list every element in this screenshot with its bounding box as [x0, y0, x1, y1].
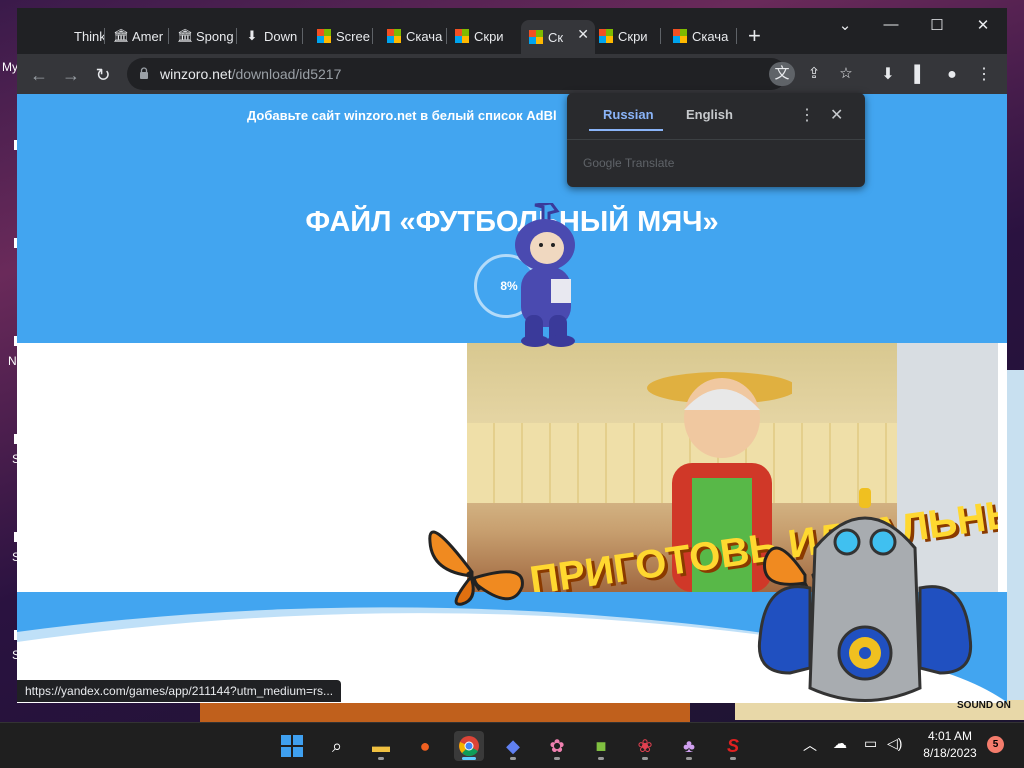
tab-label: Scree [336, 28, 370, 44]
bank-icon: 🏛 [113, 28, 130, 43]
tab[interactable]: Скача [379, 22, 447, 50]
new-tab-button[interactable]: + [748, 22, 761, 50]
link-status-bubble: https://yandex.com/games/app/211144?utm_… [17, 680, 342, 702]
clock-time: 4:01 AM [927, 729, 973, 743]
active-tab-indicator [589, 129, 663, 131]
desktop-label[interactable]: My [2, 60, 18, 74]
url-text: winzoro.net/download/id5217 [160, 66, 342, 82]
side-panel-icon[interactable]: ▌ [907, 62, 933, 88]
tab-search-icon[interactable]: ⌄ [830, 16, 860, 34]
teletubby-overlay[interactable] [505, 203, 585, 348]
game-app-icon[interactable]: ♣ [674, 731, 704, 761]
tab-label: Скри [618, 28, 648, 44]
sound-on-label[interactable]: SOUND ON [957, 700, 1011, 711]
translate-icon[interactable]: 文 [769, 62, 795, 86]
tab-label: Скри [474, 28, 504, 44]
chrome-logo [459, 736, 479, 757]
tab-label: Think [74, 28, 105, 44]
bookmark-star-icon[interactable]: ☆ [833, 62, 859, 86]
chrome-icon[interactable] [454, 731, 484, 761]
reload-icon[interactable]: ↻ [90, 62, 116, 88]
tab-active[interactable]: Ск ✕ [521, 20, 595, 54]
tab-label: Скача [406, 28, 443, 44]
tab-label: Spong [196, 28, 234, 44]
notification-badge[interactable]: 5 [987, 736, 1004, 753]
source-language-tab[interactable]: Russian [603, 107, 654, 122]
tab-label: Скача [692, 28, 729, 44]
tab[interactable]: Scree [309, 22, 373, 50]
tab[interactable]: ⬇ Down [237, 22, 303, 50]
tab-label: Amer [132, 28, 164, 44]
game-app-icon[interactable]: ❀ [630, 731, 660, 761]
tab-label: Ск [548, 29, 564, 45]
desktop-label[interactable]: N [8, 354, 17, 368]
download-icon: ⬇ [246, 28, 258, 43]
butterfly-overlay[interactable] [422, 512, 532, 608]
volume-icon[interactable]: ◁) [887, 735, 902, 752]
file-explorer-icon[interactable]: ▬ [366, 731, 396, 761]
minimize-button[interactable]: — [876, 16, 906, 33]
back-arrow-icon[interactable]: ← [26, 62, 52, 88]
robot-overlay[interactable] [755, 488, 975, 713]
microsoft-icon [455, 29, 469, 43]
popup-divider [567, 139, 865, 140]
address-bar[interactable]: winzoro.net/download/id5217 文 ⇪ ☆ [127, 58, 853, 90]
translate-options-icon[interactable]: ⋮ [799, 105, 815, 125]
profile-icon[interactable]: ● [939, 62, 965, 88]
forward-arrow-icon[interactable]: → [58, 62, 84, 88]
start-button[interactable] [277, 731, 307, 761]
background-game-edge [1004, 370, 1024, 700]
stitch-app-icon[interactable]: ◆ [498, 731, 528, 761]
google-translate-brand: Google Translate [583, 156, 675, 170]
tab[interactable]: Скача [665, 22, 737, 50]
microsoft-icon [317, 29, 331, 43]
background-game-strip [200, 700, 690, 722]
microsoft-icon [599, 29, 613, 43]
tab[interactable]: Скри [591, 22, 661, 50]
browser-toolbar: ← → ↻ winzoro.net/download/id5217 文 ⇪ ☆ … [17, 54, 1007, 94]
microsoft-icon [387, 29, 401, 43]
tab[interactable]: Think [47, 22, 105, 50]
adblock-notice: Добавьте сайт winzoro.net в белый список… [247, 108, 557, 123]
tab[interactable]: Скри [447, 22, 519, 50]
windows-icon [281, 735, 303, 757]
game-app-icon[interactable]: ■ [586, 731, 616, 761]
microsoft-icon [529, 30, 543, 44]
maximize-button[interactable]: ☐ [922, 16, 952, 34]
close-tab-icon[interactable]: ✕ [577, 26, 589, 43]
bank-icon: 🏛 [177, 28, 194, 43]
clock-date: 8/18/2023 [923, 746, 977, 760]
tab-label: Down [264, 28, 298, 44]
game-app-icon[interactable]: ✿ [542, 731, 572, 761]
cloud-off-icon[interactable]: ☁ [833, 735, 847, 752]
taskbar: ⌕ ▬ ● ◆ ✿ ■ ❀ ♣ S ︿ ☁ ▭ ◁) 4:01 AM 8/18/… [0, 722, 1024, 768]
share-icon[interactable]: ⇪ [801, 62, 827, 86]
lock-icon[interactable] [139, 67, 149, 79]
downloads-icon[interactable]: ⬇ [875, 62, 901, 88]
search-icon[interactable]: ⌕ [322, 731, 352, 761]
red-s-app-icon[interactable]: S [718, 731, 748, 761]
tab[interactable]: 🏛 Spong [169, 22, 237, 50]
tab-strip: Think 🏛 Amer 🏛 Spong ⬇ Down Scree Скача … [17, 8, 1007, 54]
close-window-button[interactable]: ✕ [968, 16, 998, 34]
firefox-icon[interactable]: ● [410, 731, 440, 761]
tab[interactable]: 🏛 Amer [105, 22, 169, 50]
target-language-tab[interactable]: English [686, 107, 733, 122]
chevron-up-icon[interactable]: ︿ [803, 735, 817, 755]
close-popup-icon[interactable]: ✕ [830, 105, 843, 125]
menu-kebab-icon[interactable]: ⋮ [971, 62, 997, 88]
microsoft-icon [673, 29, 687, 43]
translate-popup: Russian English ⋮ ✕ Google Translate [567, 93, 865, 187]
network-icon[interactable]: ▭ [864, 735, 877, 752]
system-clock[interactable]: 4:01 AM 8/18/2023 [910, 728, 990, 762]
